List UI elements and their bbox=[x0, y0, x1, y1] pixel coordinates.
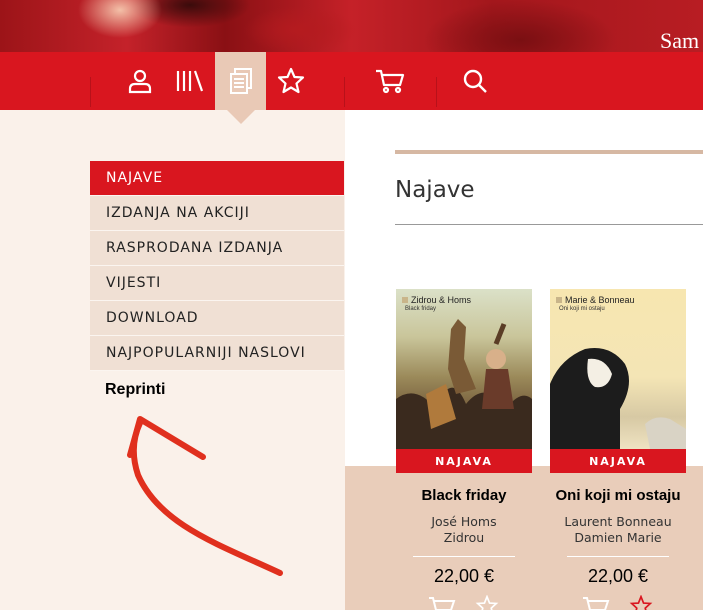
najava-badge: NAJAVA bbox=[550, 449, 686, 473]
add-to-cart-icon[interactable] bbox=[582, 595, 610, 610]
section-top-rule bbox=[395, 150, 703, 154]
najava-badge: NAJAVA bbox=[396, 449, 532, 473]
nav-library[interactable] bbox=[165, 52, 215, 110]
sidebar-menu: NAJAVE IZDANJA NA AKCIJI RASPRODANA IZDA… bbox=[90, 161, 344, 371]
sidebar-item-izdanja-na-akciji[interactable]: IZDANJA NA AKCIJI bbox=[90, 196, 344, 231]
banner-text: Sam bbox=[660, 28, 700, 52]
cart-icon bbox=[376, 69, 405, 94]
nav-account[interactable] bbox=[115, 52, 165, 110]
nav-divider bbox=[344, 77, 345, 107]
nav-publications[interactable] bbox=[215, 52, 266, 110]
book-cover[interactable]: Marie & Bonneau Oni koji mi ostaju bbox=[550, 289, 686, 449]
nav-favorites[interactable] bbox=[266, 52, 316, 110]
book-authors: Laurent Bonneau Damien Marie bbox=[550, 514, 686, 546]
card-actions bbox=[396, 595, 532, 610]
book-author: Laurent Bonneau bbox=[564, 514, 672, 529]
cover-subtitle: Oni koji mi ostaju bbox=[559, 306, 605, 312]
book-title[interactable]: Oni koji mi ostaju bbox=[550, 487, 686, 504]
search-icon bbox=[463, 69, 487, 93]
book-title[interactable]: Black friday bbox=[396, 487, 532, 504]
nav-cart[interactable] bbox=[365, 52, 415, 110]
book-authors: José Homs Zidrou bbox=[396, 514, 532, 546]
sidebar-item-vijesti[interactable]: VIJESTI bbox=[90, 266, 344, 301]
page-title: Najave bbox=[395, 177, 475, 203]
book-author: Damien Marie bbox=[574, 530, 662, 545]
book-cover[interactable]: Zidrou & Homs Black friday bbox=[396, 289, 532, 449]
card-actions bbox=[550, 595, 686, 610]
documents-icon bbox=[229, 68, 252, 94]
sidebar-item-download[interactable]: DOWNLOAD bbox=[90, 301, 344, 336]
book-price: 22,00 € bbox=[433, 566, 495, 586]
book-price: 22,00 € bbox=[587, 566, 649, 586]
nav-search[interactable] bbox=[450, 52, 500, 110]
library-icon bbox=[176, 70, 204, 92]
cover-author: Marie & Bonneau bbox=[556, 295, 635, 305]
hero-banner: Sam bbox=[0, 0, 703, 52]
book-card[interactable]: Zidrou & Homs Black friday NAJAVA Black … bbox=[396, 289, 532, 610]
cover-illustration bbox=[550, 348, 686, 449]
favorite-star-icon[interactable] bbox=[474, 595, 500, 610]
nav-divider bbox=[436, 77, 437, 107]
price-divider bbox=[413, 556, 515, 557]
favorite-star-icon[interactable] bbox=[628, 595, 654, 610]
main-navbar bbox=[0, 52, 703, 110]
book-author: José Homs bbox=[431, 514, 497, 529]
annotation-arrow-icon bbox=[127, 416, 283, 576]
title-divider bbox=[395, 224, 703, 225]
star-icon bbox=[277, 67, 305, 94]
cover-subtitle: Black friday bbox=[405, 306, 437, 312]
cover-author: Zidrou & Homs bbox=[402, 295, 471, 305]
user-icon bbox=[128, 69, 152, 94]
sidebar-item-najave[interactable]: NAJAVE bbox=[90, 161, 344, 196]
sidebar-item-rasprodana-izdanja[interactable]: RASPRODANA IZDANJA bbox=[90, 231, 344, 266]
price-divider bbox=[567, 556, 669, 557]
cover-illustration bbox=[396, 319, 532, 449]
nav-divider bbox=[90, 77, 91, 107]
book-card[interactable]: Marie & Bonneau Oni koji mi ostaju NAJAV… bbox=[550, 289, 686, 610]
book-author: Zidrou bbox=[443, 530, 485, 545]
active-nav-pointer bbox=[227, 110, 255, 124]
add-to-cart-icon[interactable] bbox=[428, 595, 456, 610]
sidebar-item-najpopularniji-naslovi[interactable]: NAJPOPULARNIJI NASLOVI bbox=[90, 336, 344, 371]
